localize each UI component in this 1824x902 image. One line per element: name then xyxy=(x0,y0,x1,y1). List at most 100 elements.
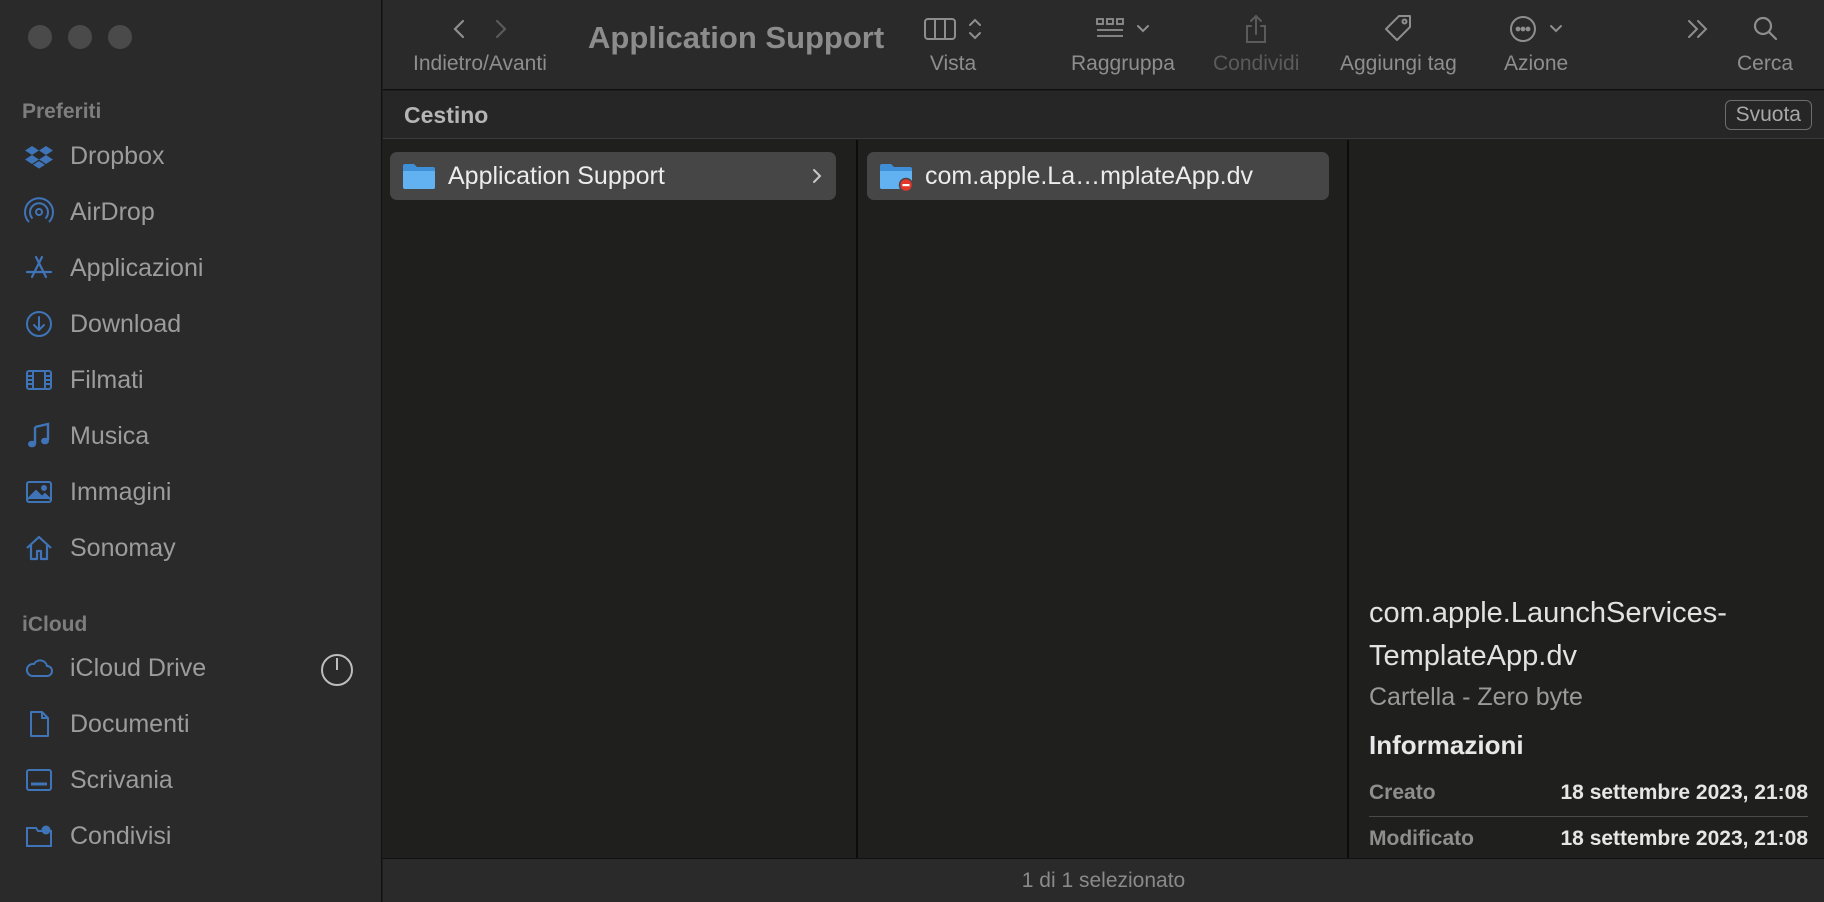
status-bar: 1 di 1 selezionato xyxy=(383,858,1824,902)
sidebar-item-sonomay[interactable]: Sonomay xyxy=(22,526,362,570)
sidebar-item-filmati[interactable]: Filmati xyxy=(22,358,362,402)
list-item[interactable]: Application Support xyxy=(390,152,836,200)
sidebar-item-label: Musica xyxy=(70,421,150,450)
preview-filename-line2: TemplateApp.dv xyxy=(1369,640,1577,672)
info-key: Creato xyxy=(1369,781,1436,804)
info-value: 18 settembre 2023, 21:08 xyxy=(1560,781,1809,804)
airdrop-icon xyxy=(22,195,56,229)
sidebar-item-label: Filmati xyxy=(70,365,144,394)
sidebar-item-label: iCloud Drive xyxy=(70,653,207,682)
column-1: Application Support xyxy=(383,140,858,858)
music-icon xyxy=(22,419,56,453)
item-name: com.apple.La…mplateApp.dv xyxy=(925,161,1253,190)
sidebar-item-label: Download xyxy=(70,309,182,338)
home-icon xyxy=(22,531,56,565)
item-name: Application Support xyxy=(448,161,665,190)
favorites-section-title: Preferiti xyxy=(22,100,102,123)
preview-pane: com.apple.LaunchServices- TemplateApp.dv… xyxy=(1351,140,1824,858)
sidebar-item-label: Applicazioni xyxy=(70,253,204,282)
empty-trash-button[interactable]: Svuota xyxy=(1724,100,1812,130)
ellipsis-circle-icon xyxy=(1508,14,1538,44)
sidebar-item-label: Documenti xyxy=(70,709,190,738)
chevron-down-icon xyxy=(1135,15,1151,43)
desktop-icon xyxy=(22,763,56,797)
column-2: com.apple.La…mplateApp.dv xyxy=(860,140,1349,858)
zoom-window-button[interactable] xyxy=(108,25,132,49)
info-key: Modificato xyxy=(1369,827,1474,850)
search-icon xyxy=(1750,14,1780,44)
sidebar-item-scrivania[interactable]: Scrivania xyxy=(22,758,362,802)
view-button[interactable]: Vista xyxy=(923,8,983,76)
forward-chevron-icon[interactable] xyxy=(485,14,515,44)
group-grid-icon xyxy=(1095,15,1125,43)
info-row-created: Creato 18 settembre 2023, 21:08 xyxy=(1369,770,1808,816)
search-label: Cerca xyxy=(1737,52,1794,75)
sidebar-item-label: Scrivania xyxy=(70,765,173,794)
list-item[interactable]: com.apple.La…mplateApp.dv xyxy=(867,152,1329,200)
search-button[interactable]: Cerca xyxy=(1737,8,1793,76)
view-label: Vista xyxy=(929,52,977,75)
tag-icon xyxy=(1382,13,1414,45)
shared-folder-icon xyxy=(22,819,56,853)
sidebar: Preferiti Dropbox AirDrop Applicazioni D… xyxy=(0,0,382,902)
sidebar-item-dropbox[interactable]: Dropbox xyxy=(22,134,362,178)
column-browser: Application Support com.apple.La…mplateA… xyxy=(383,140,1824,858)
action-label: Azione xyxy=(1504,52,1569,75)
movies-icon xyxy=(22,363,56,397)
share-icon xyxy=(1242,13,1270,45)
preview-kind: Cartella - Zero byte xyxy=(1369,683,1583,711)
overflow-button[interactable] xyxy=(1683,8,1713,50)
dropbox-icon xyxy=(22,139,56,173)
back-forward-label: Indietro/Avanti xyxy=(413,52,547,75)
window-title: Application Support xyxy=(588,20,885,55)
location-bar: Cestino Svuota xyxy=(383,91,1824,139)
preview-filename-line1: com.apple.LaunchServices- xyxy=(1369,597,1727,629)
sidebar-item-download[interactable]: Download xyxy=(22,302,362,346)
action-button[interactable]: Azione xyxy=(1504,8,1568,76)
toolbar: Indietro/Avanti Application Support Vist… xyxy=(383,0,1824,90)
back-chevron-icon[interactable] xyxy=(445,14,475,44)
group-label: Raggruppa xyxy=(1071,52,1175,75)
minimize-window-button[interactable] xyxy=(68,25,92,49)
share-button[interactable]: Condividi xyxy=(1213,8,1299,76)
folder-restricted-icon xyxy=(879,162,914,193)
info-row-modified: Modificato 18 settembre 2023, 21:08 xyxy=(1369,816,1808,862)
sidebar-item-label: Condivisi xyxy=(70,821,172,850)
download-icon xyxy=(22,307,56,341)
sidebar-item-icloud-drive[interactable]: iCloud Drive xyxy=(22,646,362,690)
group-button[interactable]: Raggruppa xyxy=(1071,8,1175,76)
sidebar-item-label: Sonomay xyxy=(70,533,176,562)
share-label: Condividi xyxy=(1213,52,1300,75)
sidebar-item-immagini[interactable]: Immagini xyxy=(22,470,362,514)
info-heading: Informazioni xyxy=(1369,730,1524,760)
pictures-icon xyxy=(22,475,56,509)
column-view-icon xyxy=(923,15,957,43)
back-forward-control: Indietro/Avanti xyxy=(413,8,547,76)
sidebar-item-label: AirDrop xyxy=(70,197,155,226)
add-tag-label: Aggiungi tag xyxy=(1340,52,1457,75)
sidebar-item-applicazioni[interactable]: Applicazioni xyxy=(22,246,362,290)
sidebar-item-musica[interactable]: Musica xyxy=(22,414,362,458)
sidebar-item-condivisi[interactable]: Condivisi xyxy=(22,814,362,858)
cloud-icon xyxy=(22,651,56,685)
double-chevron-right-icon xyxy=(1683,14,1713,44)
sidebar-item-airdrop[interactable]: AirDrop xyxy=(22,190,362,234)
document-icon xyxy=(22,707,56,741)
sync-progress-icon[interactable] xyxy=(320,653,354,692)
icloud-section-title: iCloud xyxy=(22,613,88,636)
sidebar-item-documenti[interactable]: Documenti xyxy=(22,702,362,746)
folder-icon xyxy=(402,162,436,190)
preview-filename: com.apple.LaunchServices- TemplateApp.dv xyxy=(1369,592,1727,678)
sidebar-item-label: Immagini xyxy=(70,477,172,506)
chevron-right-icon xyxy=(810,164,824,193)
selection-status: 1 di 1 selezionato xyxy=(1021,868,1186,892)
info-value: 18 settembre 2023, 21:08 xyxy=(1560,827,1809,850)
applications-icon xyxy=(22,251,56,285)
chevron-down-icon xyxy=(1548,15,1564,43)
up-down-chevron-icon xyxy=(967,15,983,43)
sidebar-item-label: Dropbox xyxy=(70,141,165,170)
window-controls xyxy=(28,25,132,49)
add-tag-button[interactable]: Aggiungi tag xyxy=(1340,8,1457,76)
close-window-button[interactable] xyxy=(28,25,52,49)
location-title: Cestino xyxy=(404,102,489,128)
